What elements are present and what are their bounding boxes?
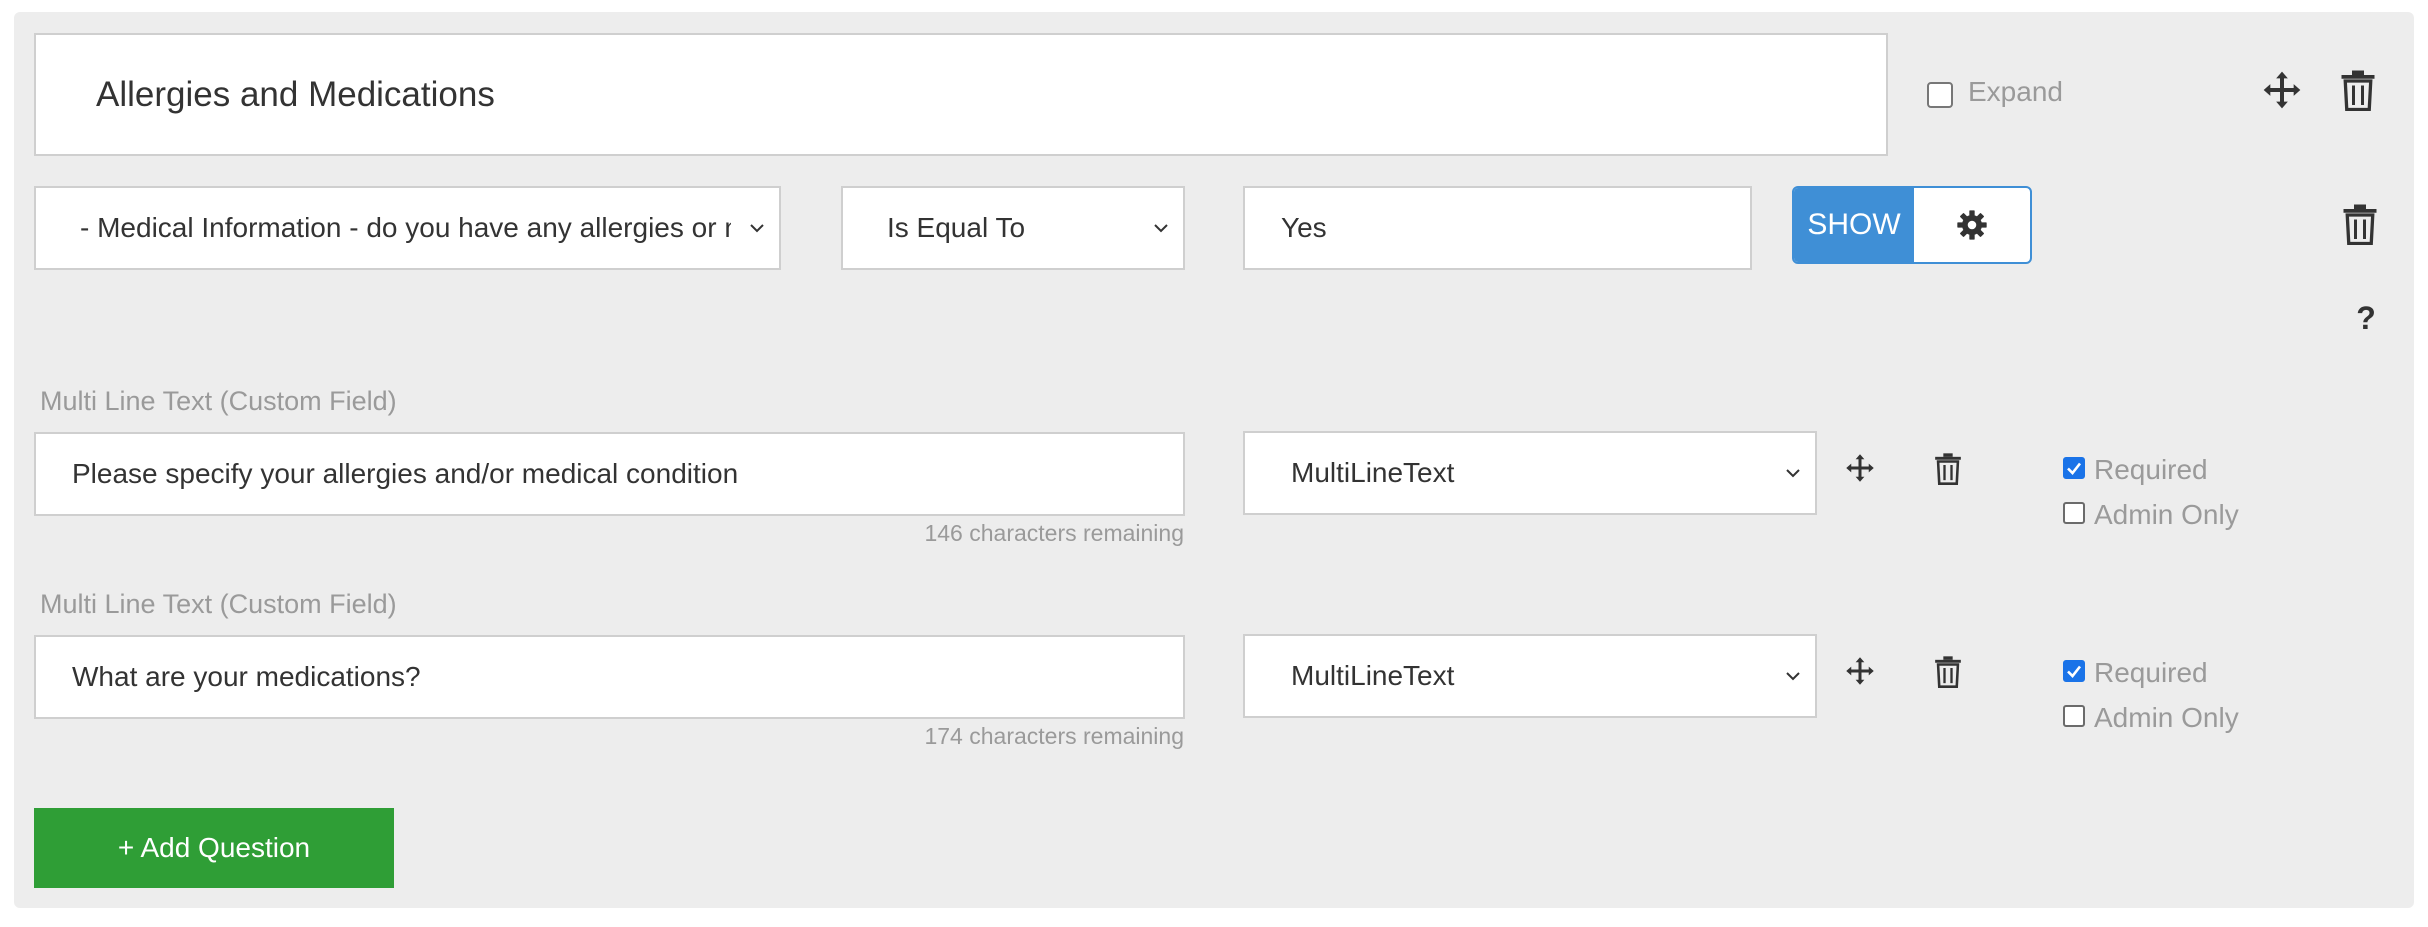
add-question-button[interactable]: + Add Question bbox=[34, 808, 394, 888]
move-icon bbox=[1846, 454, 1874, 482]
chevron-down-icon bbox=[1154, 224, 1168, 233]
show-toggle[interactable]: SHOW bbox=[1792, 186, 2032, 264]
trash-icon bbox=[2341, 70, 2375, 111]
chevron-down-icon bbox=[750, 224, 764, 233]
field-type-select[interactable]: MultiLineText bbox=[1243, 634, 1817, 718]
question-text: What are your medications? bbox=[72, 661, 421, 692]
help-label: ? bbox=[2356, 299, 2376, 336]
condition-operator-select[interactable]: Is Equal To bbox=[841, 186, 1185, 270]
required-checkbox[interactable] bbox=[2063, 660, 2085, 682]
condition-delete-button[interactable] bbox=[2322, 194, 2398, 254]
add-question-label: + Add Question bbox=[117, 832, 311, 863]
question-text: Please specify your allergies and/or med… bbox=[72, 458, 739, 489]
question-move-button[interactable] bbox=[1840, 446, 1880, 490]
question-type-caption: Multi Line Text (Custom Field) bbox=[40, 386, 397, 416]
admin-only-checkbox[interactable] bbox=[2063, 502, 2085, 524]
question-delete-button[interactable] bbox=[1928, 649, 1968, 693]
condition-operator-value: Is Equal To bbox=[887, 212, 1026, 243]
trash-icon bbox=[2343, 204, 2377, 245]
trash-icon bbox=[1935, 655, 1961, 688]
show-button[interactable]: SHOW bbox=[1794, 188, 1914, 262]
expand-label: Expand bbox=[1968, 76, 2063, 107]
field-type-select[interactable]: MultiLineText bbox=[1243, 431, 1817, 515]
condition-field-value: - Medical Information - do you have any … bbox=[80, 212, 731, 243]
section-delete-button[interactable] bbox=[2318, 62, 2398, 118]
admin-only-label: Admin Only bbox=[2094, 702, 2239, 733]
admin-only-label: Admin Only bbox=[2094, 499, 2239, 530]
condition-settings-button[interactable] bbox=[1914, 188, 2030, 262]
section-move-button[interactable] bbox=[2242, 62, 2322, 118]
show-label: SHOW bbox=[1807, 208, 1901, 241]
expand-checkbox[interactable] bbox=[1927, 82, 1953, 108]
check-icon bbox=[2067, 665, 2082, 678]
question-type-caption: Multi Line Text (Custom Field) bbox=[40, 589, 397, 619]
chars-remaining: 174 characters remaining bbox=[924, 723, 1184, 749]
gear-icon bbox=[1957, 210, 1987, 240]
move-icon bbox=[1846, 657, 1874, 685]
move-icon bbox=[2263, 71, 2301, 109]
required-label: Required bbox=[2094, 657, 2208, 688]
field-type-value: MultiLineText bbox=[1291, 457, 1455, 488]
trash-icon bbox=[1935, 452, 1961, 485]
field-type-value: MultiLineText bbox=[1291, 660, 1455, 691]
help-button[interactable]: ? bbox=[2330, 288, 2402, 348]
condition-value-input[interactable]: Yes bbox=[1243, 186, 1752, 270]
question-move-button[interactable] bbox=[1840, 649, 1880, 693]
question-text-input[interactable]: Please specify your allergies and/or med… bbox=[34, 432, 1185, 516]
chevron-down-icon bbox=[1786, 672, 1800, 681]
admin-only-checkbox[interactable] bbox=[2063, 705, 2085, 727]
condition-field-select[interactable]: - Medical Information - do you have any … bbox=[34, 186, 781, 270]
condition-value-text: Yes bbox=[1281, 212, 1327, 243]
section-title-input[interactable]: Allergies and Medications bbox=[34, 33, 1888, 156]
required-checkbox[interactable] bbox=[2063, 457, 2085, 479]
question-delete-button[interactable] bbox=[1928, 446, 1968, 490]
question-text-input[interactable]: What are your medications? bbox=[34, 635, 1185, 719]
chevron-down-icon bbox=[1786, 469, 1800, 478]
section-title-text: Allergies and Medications bbox=[96, 74, 495, 114]
check-icon bbox=[2067, 462, 2082, 475]
required-label: Required bbox=[2094, 454, 2208, 485]
chars-remaining: 146 characters remaining bbox=[924, 520, 1184, 546]
